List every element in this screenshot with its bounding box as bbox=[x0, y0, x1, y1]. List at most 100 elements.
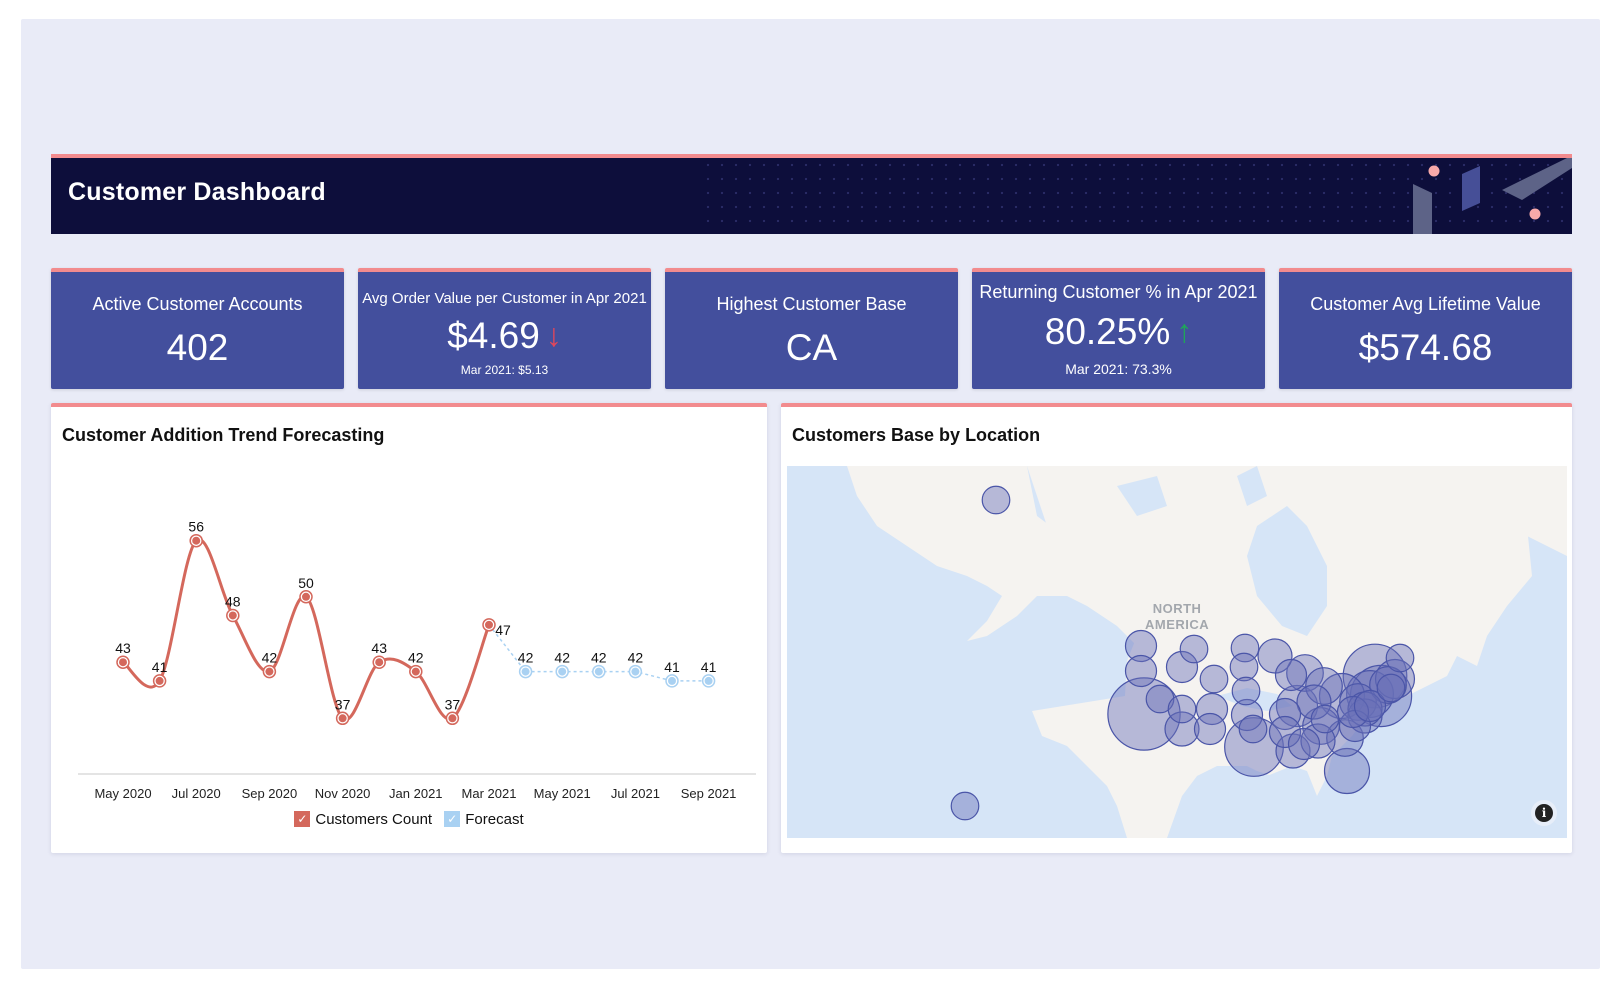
kpi-label: Avg Order Value per Customer in Apr 2021 bbox=[362, 290, 647, 307]
data-label: 43 bbox=[115, 640, 131, 656]
map-bubble-ok[interactable] bbox=[1238, 714, 1268, 744]
data-label: 41 bbox=[701, 659, 717, 675]
x-tick-label: May 2020 bbox=[94, 786, 151, 801]
customers-count-marker bbox=[338, 714, 347, 723]
map-bubble-ms[interactable] bbox=[1287, 727, 1321, 761]
data-label: 41 bbox=[152, 659, 168, 675]
trend-line-chart[interactable]: May 2020 Jul 2020 Sep 2020 Nov 2020 Jan 2021… bbox=[51, 407, 767, 807]
map-title: Customers Base by Location bbox=[792, 425, 1041, 445]
kpi-value: CA bbox=[785, 327, 838, 368]
data-label: 56 bbox=[188, 519, 204, 535]
customers-count-marker bbox=[375, 658, 384, 667]
map-bubble-ia[interactable] bbox=[1274, 658, 1308, 692]
data-label: 42 bbox=[591, 650, 607, 666]
forecast-marker bbox=[558, 667, 567, 676]
data-label: 47 bbox=[495, 622, 511, 638]
location-map-card: Customers Base by Location NORTH AMERICA … bbox=[781, 403, 1572, 853]
data-label: 37 bbox=[335, 696, 351, 712]
bubble-map[interactable]: NORTH AMERICA i bbox=[787, 466, 1567, 838]
map-bubble-nm[interactable] bbox=[1193, 712, 1227, 746]
data-label: 37 bbox=[445, 696, 461, 712]
map-bubble-ak[interactable] bbox=[981, 485, 1011, 515]
kpi-value: $574.68 bbox=[1358, 327, 1493, 368]
kpi-label: Highest Customer Base bbox=[716, 294, 907, 314]
kpi-value: 402 bbox=[166, 327, 229, 368]
customers-count-line bbox=[122, 537, 491, 722]
decor-shape bbox=[1502, 158, 1572, 200]
map-bubble-ut[interactable] bbox=[1167, 694, 1197, 724]
kpi-value-row: $4.69 ↓ bbox=[358, 315, 651, 357]
bubble-layer bbox=[950, 485, 1416, 821]
customers-count-marker bbox=[119, 658, 127, 667]
x-tick-label: Nov 2020 bbox=[315, 786, 371, 801]
kpi-card-highest-customer-base[interactable]: Highest Customer Base CA bbox=[665, 268, 958, 389]
customers-count-marker bbox=[485, 620, 493, 629]
map-bubble-wy[interactable] bbox=[1199, 664, 1229, 694]
info-icon: i bbox=[1535, 804, 1553, 822]
map-bubble-mt[interactable] bbox=[1179, 634, 1209, 664]
legend-label: Customers Count bbox=[315, 810, 433, 828]
kpi-value: 80.25% bbox=[1044, 311, 1171, 352]
forecast-marker bbox=[668, 676, 676, 685]
data-label: 48 bbox=[225, 593, 241, 609]
dashboard-title: Customer Dashboard bbox=[68, 178, 326, 206]
forecast-marker bbox=[631, 667, 640, 676]
data-label: 42 bbox=[554, 650, 570, 666]
forecast-marker bbox=[521, 667, 530, 676]
map-bubble-hi[interactable] bbox=[950, 791, 980, 821]
map-bubble-ri[interactable] bbox=[1376, 673, 1406, 703]
data-label: 43 bbox=[371, 640, 387, 656]
chart-legend: ✓ Customers Count ✓ Forecast bbox=[51, 810, 767, 828]
kpi-card-active-accounts[interactable]: Active Customer Accounts 402 bbox=[51, 268, 344, 389]
x-tick-label: Jul 2021 bbox=[611, 786, 660, 801]
data-label: 42 bbox=[628, 650, 644, 666]
customers-count-marker bbox=[228, 611, 237, 620]
arrow-down-icon: ↓ bbox=[545, 317, 562, 353]
map-bubble-me[interactable] bbox=[1385, 643, 1415, 673]
data-label: 42 bbox=[408, 650, 424, 666]
customers-count-marker bbox=[302, 592, 310, 601]
data-label: 42 bbox=[518, 650, 534, 666]
x-tick-label: Jan 2021 bbox=[389, 786, 443, 801]
map-bubble-sd[interactable] bbox=[1229, 652, 1259, 682]
checkbox-checked-icon[interactable]: ✓ bbox=[294, 811, 311, 827]
kpi-comparison: Mar 2021: 73.3% bbox=[1065, 361, 1172, 377]
map-bubble-or[interactable] bbox=[1124, 654, 1158, 688]
decor-dot bbox=[1529, 208, 1541, 220]
kpi-label: Active Customer Accounts bbox=[92, 294, 303, 314]
kpi-card-lifetime-value[interactable]: Customer Avg Lifetime Value $574.68 bbox=[1279, 268, 1572, 389]
x-tick-label: Jul 2020 bbox=[172, 786, 221, 801]
customers-count-marker bbox=[411, 667, 420, 676]
customers-count-marker bbox=[265, 667, 274, 676]
x-tick-label: May 2021 bbox=[534, 786, 591, 801]
legend-item-forecast[interactable]: ✓ Forecast bbox=[444, 810, 524, 828]
data-label: 50 bbox=[298, 575, 314, 591]
x-tick-label: Sep 2021 bbox=[681, 786, 737, 801]
header-decoration-icon bbox=[1413, 158, 1572, 234]
kpi-comparison: Mar 2021: $5.13 bbox=[460, 363, 549, 377]
map-bubble-ky[interactable] bbox=[1310, 704, 1340, 734]
checkbox-checked-icon[interactable]: ✓ bbox=[444, 811, 461, 827]
map-bubble-ne[interactable] bbox=[1231, 676, 1261, 706]
kpi-value-row: 80.25% ↑ bbox=[972, 311, 1265, 353]
decor-dot bbox=[1428, 165, 1440, 177]
trend-chart-card: Customer Addition Trend Forecasting May … bbox=[51, 403, 767, 853]
x-tick-label: Mar 2021 bbox=[462, 786, 517, 801]
forecast-marker bbox=[704, 676, 713, 685]
arrow-up-icon: ↑ bbox=[1176, 313, 1193, 349]
x-tick-label: Sep 2020 bbox=[242, 786, 298, 801]
customers-count-marker bbox=[155, 676, 164, 685]
customers-count-marker bbox=[192, 536, 201, 545]
data-label: 41 bbox=[664, 659, 680, 675]
legend-item-customers-count[interactable]: ✓ Customers Count bbox=[294, 811, 432, 828]
customers-count-marker bbox=[448, 714, 457, 723]
legend-label: Forecast bbox=[465, 810, 524, 828]
kpi-card-avg-order-value[interactable]: Avg Order Value per Customer in Apr 2021… bbox=[358, 268, 651, 389]
forecast-marker bbox=[594, 667, 603, 676]
data-label: 42 bbox=[262, 650, 278, 666]
kpi-label: Customer Avg Lifetime Value bbox=[1310, 294, 1541, 314]
map-info-button[interactable]: i bbox=[1531, 800, 1557, 826]
kpi-card-returning-customer[interactable]: Returning Customer % in Apr 2021 80.25% ↑… bbox=[972, 268, 1265, 389]
kpi-value: $4.69 bbox=[447, 315, 540, 356]
decor-shape bbox=[1462, 166, 1480, 211]
